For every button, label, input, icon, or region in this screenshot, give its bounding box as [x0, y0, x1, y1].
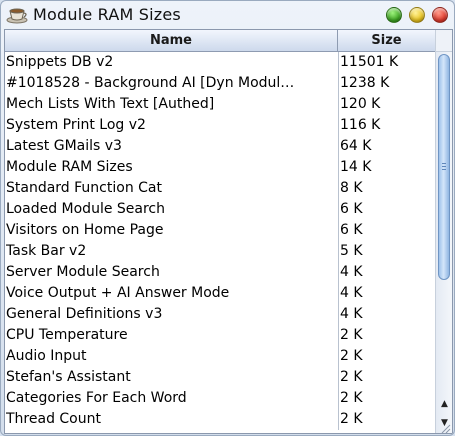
maximize-button[interactable]: [386, 7, 402, 23]
row-size: 11501 K: [338, 52, 434, 73]
minimize-button[interactable]: [409, 7, 425, 23]
row-name: Categories For Each Word: [6, 390, 187, 406]
row-size: 2 K: [338, 325, 434, 346]
table-row[interactable]: Thread Count 2 K: [5, 409, 435, 430]
thumb-grip: [442, 163, 446, 164]
row-name: CPU Temperature: [6, 327, 128, 343]
scrollbar-corner: [436, 30, 452, 52]
row-name: Voice Output + AI Answer Mode: [6, 285, 230, 301]
row-size: 5 K: [338, 241, 434, 262]
row-size: 2 K: [338, 346, 434, 367]
column-header-size[interactable]: Size: [338, 30, 435, 51]
window-title: Module RAM Sizes: [33, 5, 181, 24]
table-row[interactable]: Standard Function Cat 8 K: [5, 178, 435, 199]
row-size: 64 K: [338, 136, 434, 157]
table-row[interactable]: Categories For Each Word 2 K: [5, 388, 435, 409]
thumb-grip: [442, 166, 446, 167]
row-size: 2 K: [338, 388, 434, 409]
row-name: Latest GMails v3: [6, 138, 122, 154]
resize-grip-icon[interactable]: [441, 424, 451, 434]
coffee-cup-icon: [6, 8, 28, 24]
row-size: 8 K: [338, 178, 434, 199]
table-row[interactable]: System Print Log v2 116 K: [5, 115, 435, 136]
row-size: 1238 K: [338, 73, 434, 94]
row-size: 6 K: [338, 220, 434, 241]
table-row[interactable]: Mech Lists With Text [Authed] 120 K: [5, 94, 435, 115]
module-table: Name Size Snippets DB v2 11501 K #1018528…: [4, 29, 453, 434]
row-name: Thread Count: [6, 411, 101, 427]
row-name: Snippets DB v2: [6, 54, 114, 70]
row-size: 4 K: [338, 283, 434, 304]
table-row[interactable]: General Definitions v3 4 K: [5, 304, 435, 325]
table-row[interactable]: Module RAM Sizes 14 K: [5, 157, 435, 178]
row-name: Loaded Module Search: [6, 201, 165, 217]
row-name: Module RAM Sizes: [6, 159, 133, 175]
table-row[interactable]: Stefan's Assistant 2 K: [5, 367, 435, 388]
row-name: Server Module Search: [6, 264, 160, 280]
row-name: Task Bar v2: [6, 243, 87, 259]
table-row[interactable]: Task Bar v2 5 K: [5, 241, 435, 262]
row-size: 120 K: [338, 94, 434, 115]
table-row[interactable]: Loaded Module Search 6 K: [5, 199, 435, 220]
close-button[interactable]: [432, 7, 448, 23]
row-size: 116 K: [338, 115, 434, 136]
row-name: Visitors on Home Page: [6, 222, 164, 238]
table-row[interactable]: Latest GMails v3 64 K: [5, 136, 435, 157]
table-row[interactable]: #1018528 - Background AI [Dyn Modul… 1238…: [5, 73, 435, 94]
table-header: Name Size: [5, 30, 435, 52]
scrollbar-thumb[interactable]: [438, 54, 450, 280]
table-row[interactable]: Visitors on Home Page 6 K: [5, 220, 435, 241]
row-name: Audio Input: [6, 348, 87, 364]
table-body: Snippets DB v2 11501 K #1018528 - Backgro…: [5, 52, 435, 430]
module-ram-sizes-window: Module RAM Sizes Name Size Snippets DB v…: [0, 0, 455, 436]
row-name: Stefan's Assistant: [6, 369, 131, 385]
vertical-scrollbar[interactable]: ▲ ▼: [435, 30, 452, 433]
title-bar[interactable]: Module RAM Sizes: [1, 1, 454, 29]
table-row[interactable]: Voice Output + AI Answer Mode 4 K: [5, 283, 435, 304]
table-row[interactable]: CPU Temperature 2 K: [5, 325, 435, 346]
row-name: Standard Function Cat: [6, 180, 162, 196]
column-header-name[interactable]: Name: [5, 30, 338, 51]
row-name: #1018528 - Background AI [Dyn Modul…: [6, 75, 295, 91]
arrow-up-icon[interactable]: ▲: [436, 396, 452, 413]
row-size: 4 K: [338, 304, 434, 325]
row-size: 6 K: [338, 199, 434, 220]
row-name: General Definitions v3: [6, 306, 163, 322]
row-size: 14 K: [338, 157, 434, 178]
row-size: 2 K: [338, 367, 434, 388]
table-row[interactable]: Audio Input 2 K: [5, 346, 435, 367]
row-name: Mech Lists With Text [Authed]: [6, 96, 215, 112]
table-row[interactable]: Server Module Search 4 K: [5, 262, 435, 283]
table-row[interactable]: Snippets DB v2 11501 K: [5, 52, 435, 73]
row-size: 4 K: [338, 262, 434, 283]
thumb-grip: [442, 169, 446, 170]
row-name: System Print Log v2: [6, 117, 146, 133]
row-size: 2 K: [338, 409, 434, 430]
